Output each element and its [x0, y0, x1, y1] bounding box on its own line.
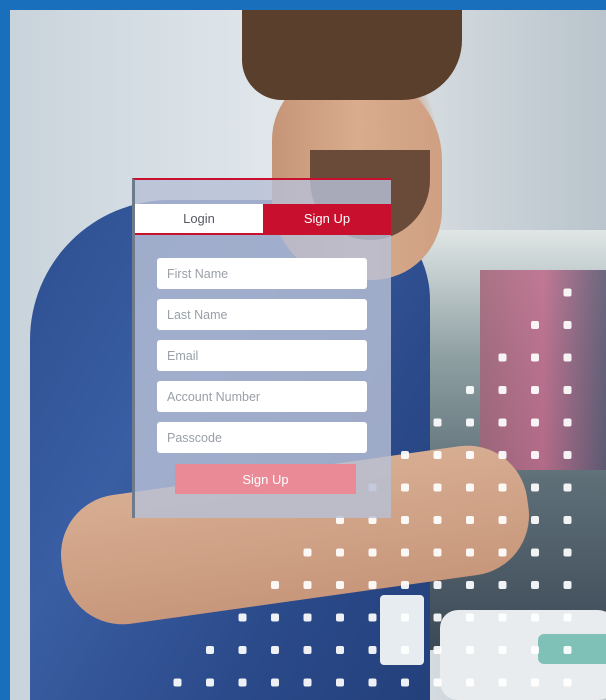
pattern-dot	[271, 646, 279, 654]
pattern-dot	[531, 678, 539, 687]
pattern-dot	[466, 516, 474, 524]
pattern-dot	[531, 321, 539, 329]
pattern-dot	[401, 581, 409, 589]
pattern-dot	[401, 516, 409, 524]
pattern-dot	[401, 678, 409, 687]
pattern-dot	[498, 451, 507, 459]
pattern-dot	[498, 353, 507, 362]
passcode-field[interactable]: Passcode	[157, 422, 367, 453]
pattern-dot	[173, 678, 182, 687]
signup-submit-button[interactable]: Sign Up	[175, 464, 356, 494]
pattern-dot	[498, 418, 507, 427]
pattern-dot	[401, 451, 409, 459]
pattern-dot	[563, 386, 572, 394]
pattern-dot	[336, 548, 344, 557]
pattern-dot	[563, 581, 572, 589]
pattern-dot	[433, 516, 442, 524]
pattern-dot	[433, 678, 442, 687]
pattern-dot	[466, 418, 474, 427]
pattern-dot	[336, 678, 344, 687]
pattern-dot	[401, 613, 409, 622]
pattern-dot	[498, 548, 507, 557]
pattern-dot	[498, 516, 507, 524]
pattern-dot	[271, 581, 279, 589]
pattern-dot	[368, 613, 377, 622]
pattern-dot	[433, 613, 442, 622]
pattern-dot	[303, 646, 312, 654]
pattern-dot	[563, 321, 572, 329]
pattern-dot	[368, 678, 377, 687]
pattern-dot	[271, 613, 279, 622]
pattern-dot	[563, 418, 572, 427]
signup-page: Login Sign Up First Name Last Name Email…	[0, 0, 606, 700]
auth-tabs: Login Sign Up	[135, 204, 391, 235]
pattern-dot	[303, 613, 312, 622]
pattern-dot	[303, 678, 312, 687]
last-name-field[interactable]: Last Name	[157, 299, 367, 330]
pattern-dot	[563, 516, 572, 524]
pattern-dot	[466, 386, 474, 394]
pattern-dot	[401, 483, 409, 492]
pattern-dot	[206, 678, 214, 687]
pattern-dot	[531, 548, 539, 557]
pattern-dot	[466, 451, 474, 459]
pattern-dot	[531, 418, 539, 427]
pattern-dot	[531, 646, 539, 654]
pattern-dot	[206, 646, 214, 654]
first-name-field[interactable]: First Name	[157, 258, 367, 289]
pattern-dot	[563, 353, 572, 362]
pattern-dot	[563, 451, 572, 459]
pattern-dot	[433, 548, 442, 557]
pattern-dot	[303, 548, 312, 557]
pattern-dot	[336, 646, 344, 654]
pattern-dot	[466, 613, 474, 622]
pattern-dot	[531, 516, 539, 524]
pattern-dot	[433, 581, 442, 589]
pattern-dot	[466, 548, 474, 557]
email-field[interactable]: Email	[157, 340, 367, 371]
pattern-dot	[433, 483, 442, 492]
pattern-dot	[563, 288, 572, 297]
pattern-dot	[336, 613, 344, 622]
pattern-dot	[531, 483, 539, 492]
pattern-dot	[498, 613, 507, 622]
pattern-dot	[433, 451, 442, 459]
pattern-dot	[336, 581, 344, 589]
pattern-dot	[238, 646, 247, 654]
pattern-dot	[466, 646, 474, 654]
pattern-dot	[531, 581, 539, 589]
pattern-dot	[563, 646, 572, 654]
pattern-dot	[238, 613, 247, 622]
pattern-dot	[563, 483, 572, 492]
pattern-dot	[368, 646, 377, 654]
pattern-dot	[433, 418, 442, 427]
pattern-dot	[271, 678, 279, 687]
pattern-dot	[238, 678, 247, 687]
pattern-dot	[368, 581, 377, 589]
pattern-dot	[563, 613, 572, 622]
pattern-dot	[433, 646, 442, 654]
pattern-dot	[563, 678, 572, 687]
pattern-dot	[368, 548, 377, 557]
pattern-dot	[401, 646, 409, 654]
pattern-dot	[531, 353, 539, 362]
tab-login[interactable]: Login	[135, 204, 263, 233]
signup-panel: Login Sign Up First Name Last Name Email…	[132, 178, 391, 518]
tab-signup[interactable]: Sign Up	[263, 204, 391, 233]
pattern-dot	[531, 386, 539, 394]
pattern-dot	[498, 386, 507, 394]
pattern-dot	[466, 483, 474, 492]
pattern-dot	[531, 451, 539, 459]
account-number-field[interactable]: Account Number	[157, 381, 367, 412]
pattern-dot	[531, 613, 539, 622]
pattern-dot	[498, 678, 507, 687]
pattern-dot	[401, 548, 409, 557]
pattern-dot	[466, 678, 474, 687]
pattern-dot	[466, 581, 474, 589]
pattern-dot	[498, 483, 507, 492]
pattern-dot	[498, 581, 507, 589]
pattern-dot	[498, 646, 507, 654]
pattern-dot	[563, 548, 572, 557]
pattern-dot	[303, 581, 312, 589]
